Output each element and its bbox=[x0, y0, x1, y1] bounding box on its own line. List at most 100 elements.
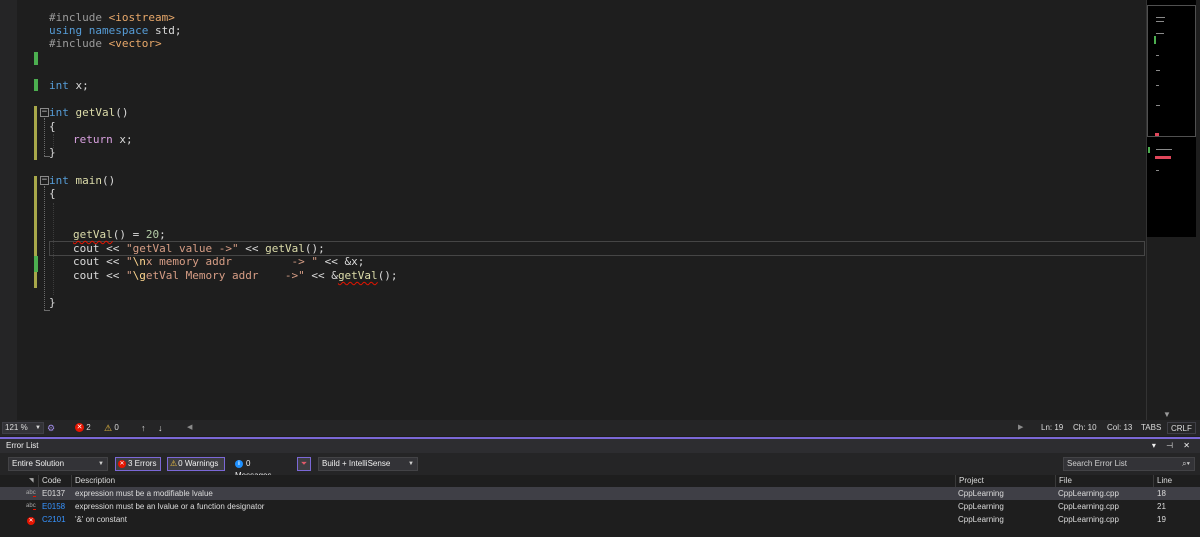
code-line: cout << "getVal value ->" << getVal(); bbox=[73, 242, 325, 256]
error-code[interactable]: E0137 bbox=[42, 487, 65, 500]
intellicode-icon[interactable]: ⚙ bbox=[47, 420, 55, 436]
fold-guide bbox=[44, 186, 45, 310]
warning-count-indicator[interactable]: ⚠ 0 bbox=[104, 420, 119, 436]
messages-filter-button[interactable]: i0 Messages bbox=[232, 457, 290, 480]
warning-triangle-icon: ⚠ bbox=[170, 459, 178, 468]
code-line: int main() bbox=[49, 174, 115, 188]
editor-status-strip: 121 % ▼ ⚙ ✕ 2 ⚠ 0 ↑ ↓ ◀ ▶ Ln: 19 Ch: 10 … bbox=[0, 420, 1200, 436]
code-token: return bbox=[73, 133, 113, 146]
scroll-left-icon[interactable]: ◀ bbox=[187, 420, 192, 436]
code-line: { bbox=[49, 120, 56, 134]
char-number[interactable]: Ch: 10 bbox=[1073, 420, 1097, 436]
error-row[interactable]: abc E0158 expression must be an lvalue o… bbox=[0, 500, 1200, 513]
code-token: x; bbox=[68, 79, 89, 92]
code-token: x memory addr -> " bbox=[145, 255, 319, 268]
code-token: getVal bbox=[265, 242, 305, 255]
code-line: cout << "\nx memory addr -> " << &x; bbox=[73, 255, 364, 269]
code-line: int x; bbox=[49, 79, 89, 93]
error-row[interactable]: ✕ C2101 '&' on constant CppLearning CppL… bbox=[0, 513, 1200, 526]
change-marker-saved bbox=[34, 106, 37, 160]
warnings-filter-button[interactable]: ⚠0 Warnings bbox=[167, 457, 225, 471]
code-token: using bbox=[49, 24, 83, 37]
column-header-project[interactable]: Project bbox=[955, 475, 984, 487]
error-circle-icon: ✕ bbox=[75, 423, 84, 433]
warning-triangle-icon: ⚠ bbox=[104, 423, 113, 433]
zoom-dropdown[interactable]: 121 % ▼ bbox=[2, 422, 44, 434]
fold-guide-end bbox=[44, 310, 50, 311]
column-header-file[interactable]: File bbox=[1055, 475, 1072, 487]
panel-window-buttons[interactable]: ▾ ⊣ ✕ bbox=[1152, 439, 1194, 453]
error-description: expression must be a modifiable lvalue bbox=[75, 489, 213, 498]
scroll-right-icon[interactable]: ▶ bbox=[1018, 420, 1023, 436]
code-token: << & bbox=[304, 269, 338, 282]
code-token: <vector> bbox=[108, 37, 162, 50]
code-token: getVal bbox=[337, 269, 378, 282]
search-placeholder: Search Error List bbox=[1067, 459, 1128, 468]
column-number[interactable]: Col: 13 bbox=[1107, 420, 1132, 436]
line-number[interactable]: Ln: 19 bbox=[1041, 420, 1063, 436]
build-source-value: Build + IntelliSense bbox=[322, 459, 391, 468]
sort-indicator-icon: ◥ bbox=[29, 478, 34, 484]
code-token: x; bbox=[112, 133, 133, 146]
code-token: #include bbox=[49, 37, 109, 50]
code-token: cout << bbox=[73, 255, 126, 268]
info-circle-icon: i bbox=[235, 459, 243, 468]
column-header-code[interactable]: Code bbox=[38, 475, 61, 487]
change-marker-saved bbox=[34, 176, 37, 256]
error-project: CppLearning bbox=[958, 502, 1004, 511]
panel-title: Error List bbox=[6, 441, 39, 450]
collapse-icon[interactable]: − bbox=[40, 176, 49, 185]
code-line: getVal() = 20; bbox=[73, 228, 166, 242]
error-file: CppLearning.cpp bbox=[1058, 515, 1119, 524]
column-header-line[interactable]: Line bbox=[1153, 475, 1172, 487]
change-marker bbox=[34, 52, 38, 65]
build-source-dropdown[interactable]: Build + IntelliSense ▼ bbox=[318, 457, 418, 471]
previous-issue-button[interactable]: ↑ bbox=[141, 420, 146, 436]
code-token: main bbox=[75, 174, 103, 187]
error-circle-icon: ✕ bbox=[27, 517, 35, 525]
code-token: "getVal value ->" bbox=[125, 242, 239, 255]
search-icon[interactable]: ⌕▾ bbox=[1182, 458, 1190, 470]
intellisense-error-icon: abc bbox=[26, 503, 36, 510]
code-token: cout << bbox=[73, 242, 126, 255]
code-token: } bbox=[49, 296, 56, 309]
error-code[interactable]: E0158 bbox=[42, 500, 65, 513]
code-line: return x; bbox=[73, 133, 133, 147]
error-file: CppLearning.cpp bbox=[1058, 489, 1119, 498]
error-project: CppLearning bbox=[958, 489, 1004, 498]
code-token: << bbox=[238, 242, 266, 255]
code-line: using namespace std; bbox=[49, 24, 181, 38]
code-token: " bbox=[125, 269, 133, 282]
indent-mode[interactable]: TABS bbox=[1141, 420, 1161, 436]
scroll-down-icon[interactable]: ▼ bbox=[1163, 411, 1171, 419]
error-list-panel: Error List ▾ ⊣ ✕ Entire Solution ▼ ✕ 3 Er… bbox=[0, 437, 1200, 537]
next-issue-button[interactable]: ↓ bbox=[158, 420, 163, 436]
code-token: <iostream> bbox=[108, 11, 175, 24]
error-line: 21 bbox=[1157, 502, 1166, 511]
line-ending[interactable]: CRLF bbox=[1167, 422, 1196, 434]
error-circle-icon: ✕ bbox=[118, 459, 126, 468]
code-line: } bbox=[49, 146, 56, 160]
collapse-icon[interactable]: − bbox=[40, 108, 49, 117]
code-token: getVal bbox=[73, 228, 113, 241]
code-line: { bbox=[49, 187, 56, 201]
error-count-indicator[interactable]: ✕ 2 bbox=[75, 420, 91, 436]
code-token: \n bbox=[132, 255, 146, 268]
error-row[interactable]: abc E0137 expression must be a modifiabl… bbox=[0, 487, 1200, 500]
column-header-description[interactable]: Description bbox=[71, 475, 115, 487]
error-list-toolbar: Entire Solution ▼ ✕ 3 Errors ⚠0 Warnings … bbox=[0, 453, 1200, 480]
code-token: etVal Memory addr ->" bbox=[145, 269, 305, 282]
code-token: int bbox=[49, 79, 69, 92]
fold-guide bbox=[44, 118, 45, 156]
filter-icon[interactable]: ⏷ bbox=[297, 457, 311, 471]
scope-dropdown[interactable]: Entire Solution ▼ bbox=[8, 457, 108, 471]
code-editor[interactable]: − − #include <iostream> using namespace … bbox=[0, 0, 1200, 420]
code-token: \g bbox=[132, 269, 146, 282]
error-file: CppLearning.cpp bbox=[1058, 502, 1119, 511]
error-code[interactable]: C2101 bbox=[42, 513, 66, 526]
errors-filter-button[interactable]: ✕ 3 Errors bbox=[115, 457, 161, 471]
error-project: CppLearning bbox=[958, 515, 1004, 524]
minimap-viewport[interactable] bbox=[1147, 5, 1196, 137]
search-error-list-input[interactable]: Search Error List ⌕▾ bbox=[1063, 457, 1195, 471]
